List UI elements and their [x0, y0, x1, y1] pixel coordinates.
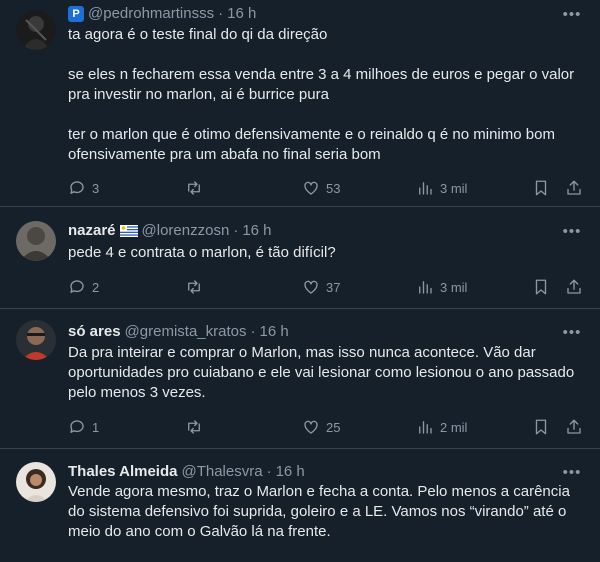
- tweet-paragraph: se eles n fecharem essa venda entre 3 a …: [68, 66, 575, 103]
- retweet-button[interactable]: [185, 278, 203, 296]
- tweet-text: ta agora é o teste final do qi da direçã…: [68, 25, 584, 165]
- views-button[interactable]: 3 mil: [416, 278, 467, 296]
- more-options-button[interactable]: •••: [562, 322, 582, 342]
- tweet-actions: 2 37 3 mil: [68, 277, 584, 297]
- user-handle[interactable]: @pedrohmartinsss: [88, 4, 214, 24]
- bookmark-icon: [535, 419, 547, 435]
- bookmark-button[interactable]: [532, 179, 550, 197]
- retweet-icon: [188, 420, 200, 434]
- avatar[interactable]: [16, 10, 56, 50]
- tweet[interactable]: P @pedrohmartinsss · 16 h ••• ta agora é…: [0, 0, 600, 207]
- reply-button[interactable]: 1: [68, 418, 99, 436]
- bookmark-icon: [535, 279, 547, 295]
- retweet-button[interactable]: [185, 418, 203, 436]
- share-button[interactable]: [565, 418, 583, 436]
- tweet[interactable]: Thales Almeida @Thalesvra · 16 h ••• Ven…: [0, 449, 600, 562]
- user-handle[interactable]: @Thalesvra: [181, 462, 262, 482]
- share-button[interactable]: [565, 278, 583, 296]
- tweet-paragraph: ta agora é o teste final do qi da direçã…: [68, 26, 328, 43]
- more-options-button[interactable]: •••: [562, 4, 582, 24]
- separator-dot: ·: [250, 323, 256, 340]
- tweet-paragraph: ter o marlon que é otimo defensivamente …: [68, 126, 555, 163]
- tweet-text: Da pra inteirar e comprar o Marlon, mas …: [68, 343, 584, 403]
- reply-count: 3: [92, 180, 100, 196]
- tweet[interactable]: só ares @gremista_kratos · 16 h ••• Da p…: [0, 309, 600, 449]
- user-name[interactable]: Thales Almeida: [68, 462, 177, 482]
- bookmark-button[interactable]: [532, 278, 550, 296]
- views-button[interactable]: 3 mil: [416, 179, 467, 197]
- timestamp[interactable]: 16 h: [259, 322, 288, 342]
- reply-icon: [70, 280, 84, 293]
- p-pill-icon: P: [68, 6, 84, 22]
- bookmark-icon: [535, 180, 547, 196]
- timestamp[interactable]: 16 h: [227, 4, 256, 24]
- heart-icon: [304, 420, 318, 434]
- separator-dot: ·: [218, 5, 224, 22]
- reply-icon: [70, 181, 84, 194]
- retweet-icon: [188, 280, 200, 294]
- reply-count: 2: [92, 279, 100, 295]
- tweet-text: pede 4 e contrata o marlon, é tão difíci…: [68, 243, 584, 263]
- views-count: 3 mil: [440, 279, 468, 295]
- tweet-header: P @pedrohmartinsss · 16 h: [68, 4, 256, 24]
- tweet-paragraph: Da pra inteirar e comprar o Marlon, mas …: [68, 344, 575, 401]
- separator-dot: ·: [233, 222, 239, 239]
- avatar[interactable]: [16, 221, 56, 261]
- user-name[interactable]: nazaré: [68, 221, 116, 241]
- reply-count: 1: [92, 419, 100, 435]
- timestamp[interactable]: 16 h: [242, 221, 271, 241]
- like-button[interactable]: 53: [302, 179, 340, 197]
- retweet-button[interactable]: [185, 179, 203, 197]
- tweet-header: só ares @gremista_kratos · 16 h: [68, 322, 289, 342]
- tweet-actions: 1 25 2 mil: [68, 417, 584, 437]
- tweet-header: nazaré @lorenzzosn · 16 h: [68, 221, 272, 241]
- bookmark-button[interactable]: [532, 418, 550, 436]
- like-count: 37: [326, 279, 341, 295]
- views-count: 2 mil: [440, 419, 468, 435]
- bar-chart-icon: [419, 421, 432, 434]
- tweet-paragraph: Vende agora mesmo, traz o Marlon e fecha…: [68, 483, 570, 540]
- tweet-header: Thales Almeida @Thalesvra · 16 h: [68, 462, 305, 482]
- share-button[interactable]: [565, 179, 583, 197]
- bar-chart-icon: [419, 281, 432, 294]
- more-options-button[interactable]: •••: [562, 221, 582, 241]
- user-handle[interactable]: @lorenzzosn: [142, 221, 230, 241]
- views-button[interactable]: 2 mil: [416, 418, 467, 436]
- tweet-text: Vende agora mesmo, traz o Marlon e fecha…: [68, 482, 584, 542]
- user-handle[interactable]: @gremista_kratos: [125, 322, 247, 342]
- reply-button[interactable]: 3: [68, 179, 99, 197]
- share-icon: [567, 419, 581, 434]
- separator-dot: ·: [266, 463, 272, 480]
- bar-chart-icon: [419, 182, 432, 195]
- timestamp[interactable]: 16 h: [276, 462, 305, 482]
- views-count: 3 mil: [440, 180, 468, 196]
- heart-icon: [304, 181, 318, 195]
- reply-icon: [70, 420, 84, 433]
- like-button[interactable]: 37: [302, 278, 340, 296]
- like-count: 53: [326, 180, 341, 196]
- tweet[interactable]: nazaré @lorenzzosn · 16 h ••• pede 4 e c…: [0, 207, 600, 309]
- reply-button[interactable]: 2: [68, 278, 99, 296]
- user-name[interactable]: só ares: [68, 322, 121, 342]
- tweet-paragraph: pede 4 e contrata o marlon, é tão difíci…: [68, 244, 336, 261]
- avatar[interactable]: [16, 320, 56, 360]
- share-icon: [567, 279, 581, 294]
- tweet-actions: 3 53 3 mil: [68, 178, 584, 198]
- retweet-icon: [188, 181, 200, 195]
- share-icon: [567, 180, 581, 195]
- avatar[interactable]: [16, 462, 56, 502]
- like-count: 25: [326, 419, 341, 435]
- heart-icon: [304, 280, 318, 294]
- like-button[interactable]: 25: [302, 418, 340, 436]
- uruguay-flag-icon: [119, 225, 138, 237]
- more-options-button[interactable]: •••: [562, 462, 582, 482]
